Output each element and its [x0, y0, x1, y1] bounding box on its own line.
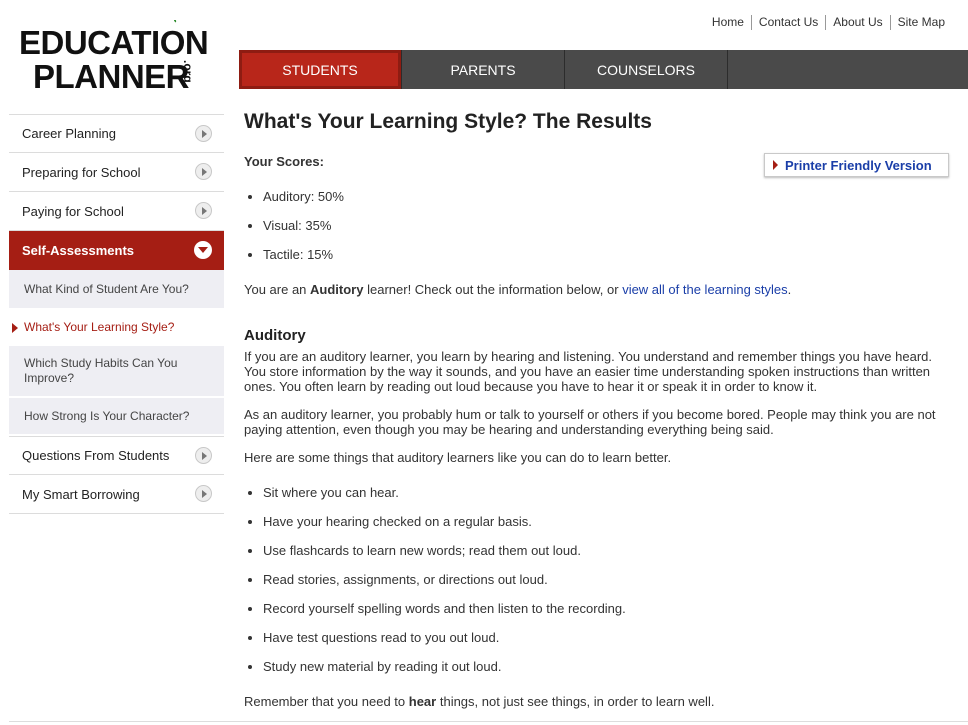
tab-counselors[interactable]: Counselors — [565, 50, 728, 89]
tip-item: Read stories, assignments, or directions… — [263, 565, 626, 594]
closing-text-end: things, not just see things, in order to… — [436, 694, 715, 709]
sidebar-subitem-what-kind-of-student[interactable]: What Kind of Student Are You? — [9, 270, 224, 310]
sidebar: Career Planning Preparing for School Pay… — [9, 114, 224, 514]
tip-item: Have your hearing checked on a regular b… — [263, 507, 626, 536]
top-links: Home Contact Us About Us Site Map — [705, 15, 952, 30]
site-map-link[interactable]: Site Map — [889, 15, 952, 30]
tip-item: Use flashcards to learn new words; read … — [263, 536, 626, 565]
tab-students-label: Students — [282, 61, 358, 78]
tip-item: Have test questions read to you out loud… — [263, 623, 626, 652]
tips-list: Sit where you can hear. Have your hearin… — [244, 478, 626, 681]
sidebar-subitem-label: What's Your Learning Style? — [24, 319, 175, 334]
sidebar-subitem-label: Which Study Habits Can You Improve? — [24, 356, 178, 385]
sidebar-item-label: My Smart Borrowing — [22, 486, 140, 502]
view-all-styles-link[interactable]: view all of the learning styles — [622, 282, 787, 297]
closing-emphasis: hear — [408, 694, 437, 709]
logo-line1: EDUCATION — [19, 24, 209, 61]
tips-intro: Here are some things that auditory learn… — [244, 450, 672, 465]
behavior-paragraph: As an auditory learner, you probably hum… — [244, 407, 936, 437]
main-content: What's Your Learning Style? The Results … — [244, 110, 952, 709]
section-heading: Auditory — [244, 327, 306, 344]
tip-item: Study new material by reading it out lou… — [263, 652, 626, 681]
sidebar-item-paying-for-school[interactable]: Paying for School — [9, 192, 224, 231]
sidebar-item-self-assessments[interactable]: Self-Assessments — [9, 231, 224, 270]
chevron-right-icon — [195, 163, 212, 180]
footer-divider — [9, 721, 968, 722]
page-title: What's Your Learning Style? The Results — [244, 110, 652, 133]
sidebar-subitem-character[interactable]: How Strong Is Your Character? — [9, 398, 224, 436]
chevron-down-icon — [194, 241, 212, 259]
score-item: Auditory: 50% — [263, 182, 344, 211]
sidebar-item-label: Career Planning — [22, 126, 116, 141]
chevron-right-icon — [195, 125, 212, 142]
sidebar-subitem-label: What Kind of Student Are You? — [24, 281, 189, 296]
tip-item: Sit where you can hear. — [263, 478, 626, 507]
score-item: Visual: 35% — [263, 211, 344, 240]
contact-us-link[interactable]: Contact Us — [750, 15, 825, 30]
home-link[interactable]: Home — [705, 15, 751, 30]
scores-list: Auditory: 50% Visual: 35% Tactile: 15% — [244, 182, 344, 269]
learner-type: Auditory — [310, 282, 364, 297]
learner-text-mid: learner! Check out the information below… — [363, 282, 623, 297]
sidebar-item-label: Preparing for School — [22, 164, 141, 180]
sidebar-subitem-learning-style[interactable]: What's Your Learning Style? — [9, 310, 224, 346]
description-paragraph: If you are an auditory learner, you lear… — [244, 349, 933, 394]
score-item: Tactile: 15% — [263, 240, 344, 269]
closing-remark: Remember that you need to hear things, n… — [244, 694, 944, 709]
learner-text-pre: You are an — [244, 282, 311, 297]
sidebar-item-my-smart-borrowing[interactable]: My Smart Borrowing — [9, 475, 224, 514]
chevron-right-icon — [195, 202, 212, 219]
chevron-right-icon — [195, 485, 212, 502]
sidebar-item-preparing-for-school[interactable]: Preparing for School — [9, 153, 224, 192]
printer-friendly-button[interactable]: Printer Friendly Version — [764, 153, 949, 177]
tab-counselors-label: Counselors — [596, 61, 696, 78]
sidebar-item-label: Paying for School — [22, 203, 124, 219]
sidebar-item-career-planning[interactable]: Career Planning — [9, 114, 224, 153]
logo-suffix: .org — [181, 60, 195, 83]
chevron-right-icon — [195, 447, 212, 464]
about-us-link[interactable]: About Us — [825, 15, 889, 30]
sidebar-item-label: Self-Assessments — [22, 242, 134, 258]
sidebar-item-questions-from-students[interactable]: Questions From Students — [9, 436, 224, 475]
sidebar-subitem-label: How Strong Is Your Character? — [24, 408, 190, 423]
site-logo[interactable]: EDUCATION PLANNER .org — [19, 20, 219, 100]
apple-icon — [173, 20, 177, 23]
learner-text-end: . — [787, 282, 792, 297]
scores-label: Your Scores: — [244, 154, 324, 169]
arrow-right-icon — [773, 160, 778, 170]
tip-item: Record yourself spelling words and then … — [263, 594, 626, 623]
tab-parents-label: Parents — [450, 61, 516, 78]
learner-result: You are an Auditory learner! Check out t… — [244, 282, 791, 297]
tab-students[interactable]: Students — [239, 50, 402, 89]
logo-line2: PLANNER — [33, 58, 190, 95]
tab-parents[interactable]: Parents — [402, 50, 565, 89]
main-nav: Students Parents Counselors — [239, 50, 968, 89]
printer-friendly-label: Printer Friendly Version — [785, 157, 932, 173]
closing-text-pre: Remember that you need to — [244, 694, 409, 709]
sidebar-item-label: Questions From Students — [22, 448, 170, 463]
sidebar-subitem-study-habits[interactable]: Which Study Habits Can You Improve? — [9, 346, 224, 398]
